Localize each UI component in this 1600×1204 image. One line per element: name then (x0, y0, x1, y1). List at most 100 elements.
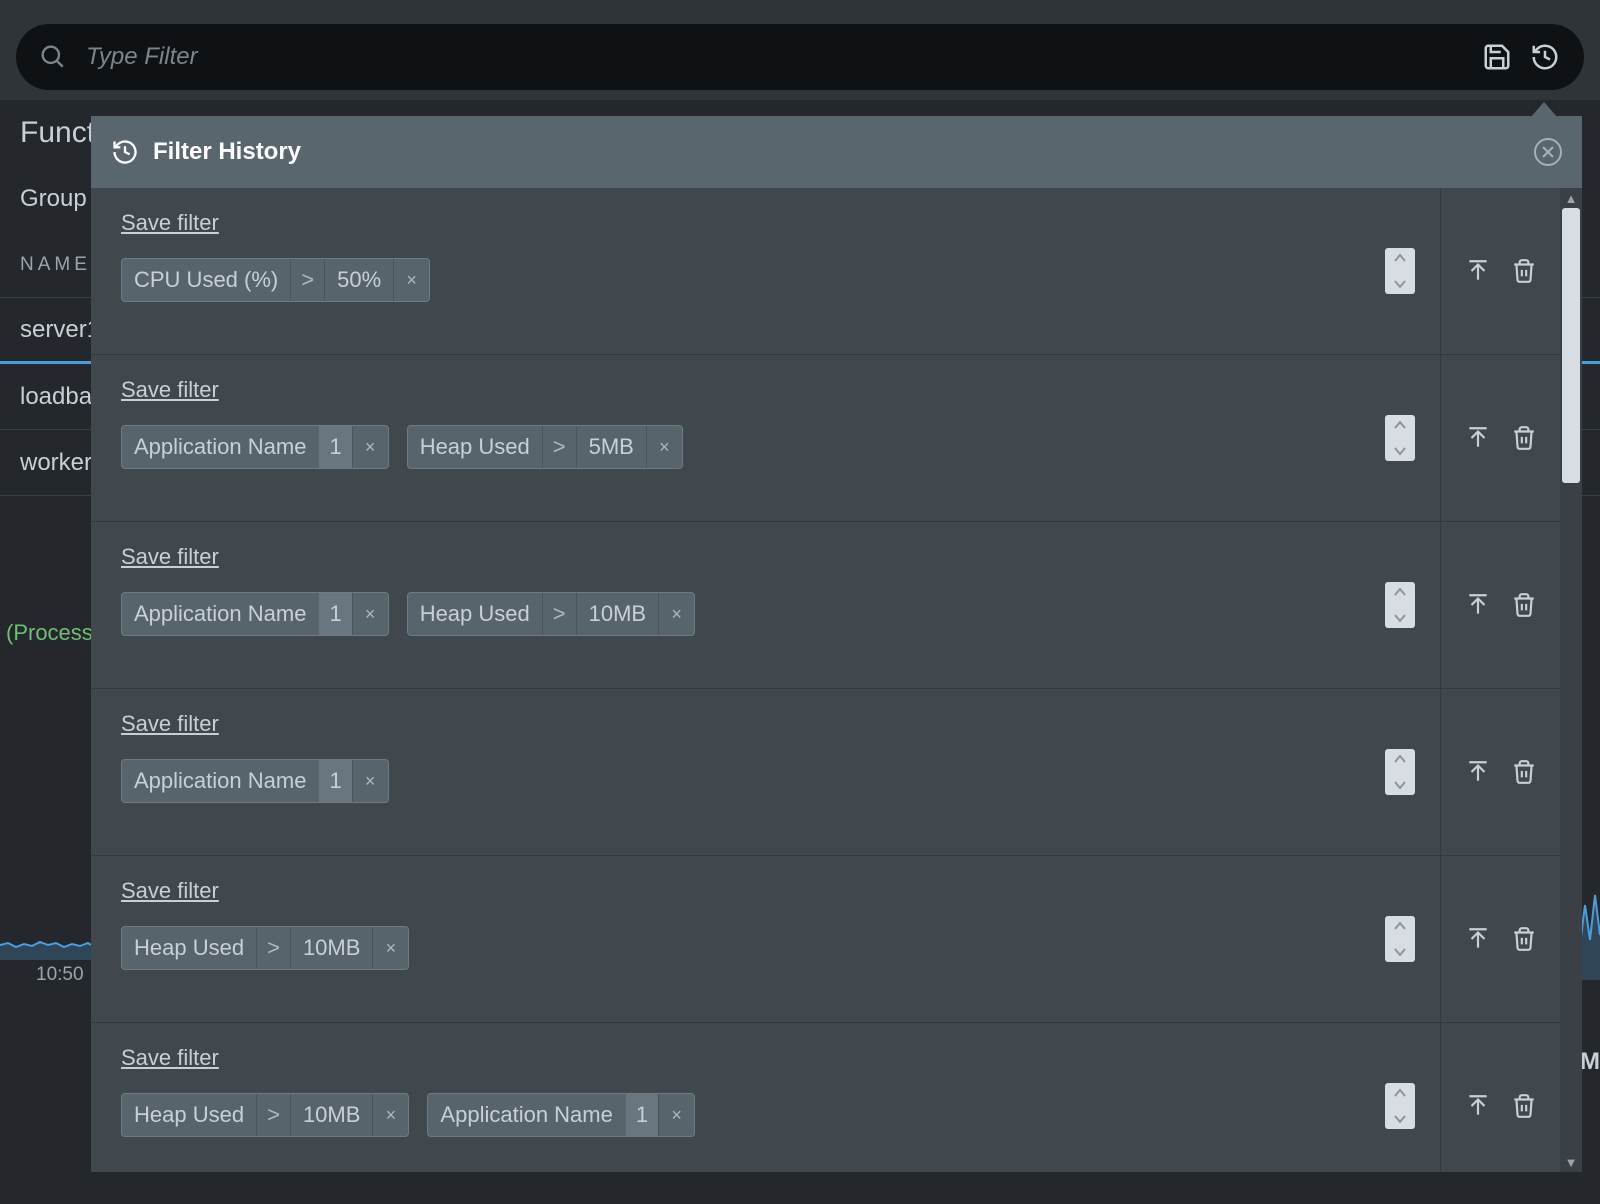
filter-bar-container: Type Filter (0, 0, 1600, 100)
delete-icon[interactable] (1511, 592, 1537, 618)
scroll-thumb[interactable] (1562, 208, 1580, 483)
chevron-up-icon (1393, 253, 1407, 263)
chip-remove-button[interactable]: × (352, 760, 388, 802)
history-item-main: Save filter Application Name1× Heap Used>5… (91, 355, 1360, 521)
chip-row: Application Name1× Heap Used>5MB× (121, 425, 1330, 469)
sort-stepper[interactable] (1385, 415, 1415, 461)
sort-column (1360, 689, 1440, 855)
chip-label: Application Name (122, 760, 318, 802)
chip-label: Heap Used (408, 593, 542, 635)
sort-stepper[interactable] (1385, 1083, 1415, 1129)
filter-chip[interactable]: Heap Used>5MB× (407, 425, 683, 469)
chip-label: Heap Used (122, 927, 256, 969)
process-label: (Process- (6, 620, 100, 646)
sort-stepper[interactable] (1385, 749, 1415, 795)
chip-operator: > (542, 593, 576, 635)
action-column (1440, 856, 1560, 1022)
chip-remove-button[interactable]: × (352, 426, 388, 468)
chip-row: Heap Used>10MB× (121, 926, 1330, 970)
time-label: 10:50 (36, 964, 84, 986)
filter-input[interactable]: Type Filter (86, 43, 1462, 71)
close-button[interactable] (1534, 138, 1562, 166)
scroll-up-arrow[interactable]: ▲ (1560, 188, 1582, 208)
save-filter-link[interactable]: Save filter (121, 210, 219, 236)
chip-operator: > (542, 426, 576, 468)
popover-arrow (1530, 102, 1558, 118)
chip-value: 50% (324, 259, 393, 301)
chevron-down-icon (1393, 613, 1407, 623)
scroll-down-arrow[interactable]: ▼ (1560, 1152, 1582, 1172)
chevron-down-icon (1393, 446, 1407, 456)
sort-column (1360, 355, 1440, 521)
history-item-main: Save filter Application Name1× (91, 689, 1360, 855)
chip-value: 5MB (576, 426, 646, 468)
filter-chip[interactable]: Heap Used>10MB× (121, 926, 409, 970)
apply-filter-icon[interactable] (1465, 759, 1491, 785)
chip-remove-button[interactable]: × (352, 593, 388, 635)
chip-label: Application Name (122, 593, 318, 635)
close-icon (1542, 146, 1554, 158)
chevron-down-icon (1393, 947, 1407, 957)
scrollbar[interactable]: ▲ ▼ (1560, 188, 1582, 1172)
filter-chip[interactable]: Application Name1× (121, 425, 389, 469)
apply-filter-icon[interactable] (1465, 425, 1491, 451)
apply-filter-icon[interactable] (1465, 258, 1491, 284)
chevron-up-icon (1393, 420, 1407, 430)
history-item-main: Save filterHeap Used>10MB×Application Na… (91, 1023, 1360, 1172)
filter-chip[interactable]: Application Name1× (427, 1093, 695, 1137)
history-item-main: Save filter Heap Used>10MB× (91, 856, 1360, 1022)
history-item: Save filterApplication Name1×Heap Used>1… (91, 522, 1560, 689)
history-list: Save filterCPU Used (%)>50%×Save filterA… (91, 188, 1560, 1172)
chip-count: 1 (318, 593, 351, 635)
chip-remove-button[interactable]: × (658, 593, 694, 635)
chip-value: 10MB (290, 1094, 372, 1136)
save-filter-link[interactable]: Save filter (121, 878, 219, 904)
sort-stepper[interactable] (1385, 916, 1415, 962)
save-filter-link[interactable]: Save filter (121, 544, 219, 570)
delete-icon[interactable] (1511, 425, 1537, 451)
filter-chip[interactable]: CPU Used (%)>50%× (121, 258, 430, 302)
chip-value: 10MB (290, 927, 372, 969)
delete-icon[interactable] (1511, 926, 1537, 952)
chip-label: Heap Used (122, 1094, 256, 1136)
apply-filter-icon[interactable] (1465, 1093, 1491, 1119)
sort-stepper[interactable] (1385, 248, 1415, 294)
chip-label: Application Name (428, 1094, 624, 1136)
filter-chip[interactable]: Application Name1× (121, 759, 389, 803)
chip-operator: > (256, 1094, 290, 1136)
chip-value: 10MB (576, 593, 658, 635)
save-icon[interactable] (1482, 42, 1512, 72)
history-item-main: Save filter CPU Used (%)>50%× (91, 188, 1360, 354)
chip-label: CPU Used (%) (122, 259, 290, 301)
save-filter-link[interactable]: Save filter (121, 1045, 219, 1071)
history-item: Save filter Application Name1× Heap Used>5… (91, 355, 1560, 522)
chip-remove-button[interactable]: × (658, 1094, 694, 1136)
filter-chip[interactable]: Heap Used>10MB× (121, 1093, 409, 1137)
sort-column (1360, 188, 1440, 354)
history-item: Save filter Application Name1× (91, 689, 1560, 856)
save-filter-link[interactable]: Save filter (121, 711, 219, 737)
chip-label: Application Name (122, 426, 318, 468)
delete-icon[interactable] (1511, 1093, 1537, 1119)
apply-filter-icon[interactable] (1465, 592, 1491, 618)
chip-remove-button[interactable]: × (393, 259, 429, 301)
chip-remove-button[interactable]: × (646, 426, 682, 468)
apply-filter-icon[interactable] (1465, 926, 1491, 952)
sort-stepper[interactable] (1385, 582, 1415, 628)
search-icon (40, 44, 66, 70)
history-icon (111, 138, 139, 166)
chip-remove-button[interactable]: × (372, 927, 408, 969)
filter-chip[interactable]: Heap Used>10MB× (407, 592, 695, 636)
sparkline-chart (0, 895, 91, 960)
save-filter-link[interactable]: Save filter (121, 377, 219, 403)
filter-bar: Type Filter (16, 24, 1584, 90)
popover-header: Filter History (91, 116, 1582, 188)
action-column (1440, 689, 1560, 855)
delete-icon[interactable] (1511, 759, 1537, 785)
delete-icon[interactable] (1511, 258, 1537, 284)
popover-title: Filter History (153, 138, 301, 166)
chevron-down-icon (1393, 1114, 1407, 1124)
filter-chip[interactable]: Application Name1× (121, 592, 389, 636)
history-icon[interactable] (1530, 42, 1560, 72)
chip-remove-button[interactable]: × (372, 1094, 408, 1136)
